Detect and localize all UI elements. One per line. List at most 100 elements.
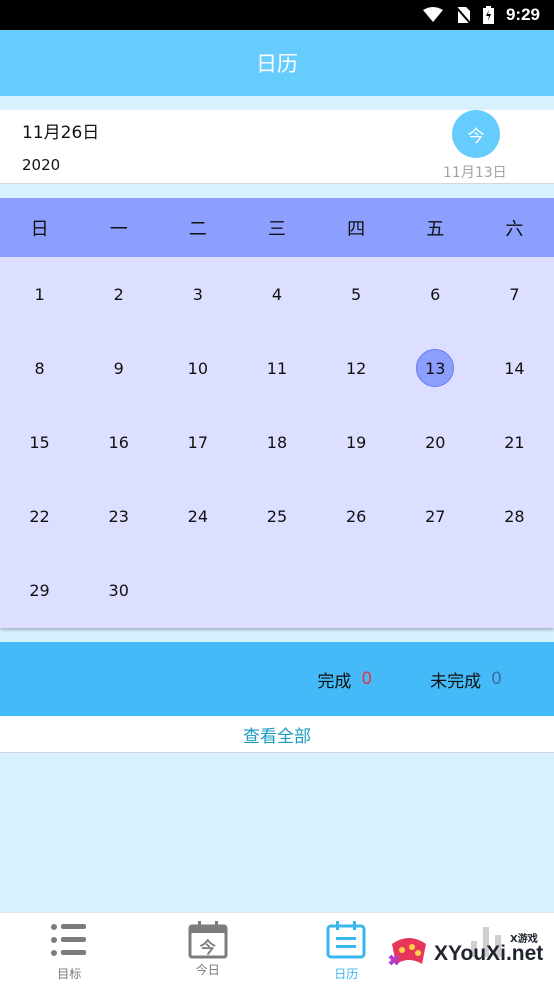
day-cell[interactable]: 22: [0, 479, 79, 553]
weekday-mon: 一: [109, 218, 128, 240]
app-bar: 日历: [0, 30, 554, 96]
day-number: 26: [345, 506, 367, 526]
day-number: 19: [345, 432, 367, 452]
day-cell[interactable]: 2: [79, 257, 158, 331]
day-cell[interactable]: 29: [0, 553, 79, 627]
day-number: 25: [266, 506, 288, 526]
nav-calendar-label: 日历: [334, 967, 359, 981]
page-title: 日历: [256, 52, 298, 76]
watermark-small-text: X游戏: [510, 934, 538, 945]
day-number: 30: [108, 580, 129, 600]
day-number: 11: [266, 358, 288, 378]
view-all-link[interactable]: 查看全部: [0, 716, 554, 753]
day-cell-selected[interactable]: 13: [396, 331, 475, 405]
day-number: 17: [187, 432, 209, 452]
done-count: 0: [361, 669, 373, 689]
nav-today-label: 今日: [195, 963, 220, 977]
calendar-today-icon-text: 今: [199, 938, 216, 957]
done-label: 完成: [317, 671, 352, 692]
day-number: 18: [266, 432, 288, 452]
day-cell[interactable]: 30: [79, 553, 158, 627]
day-cell[interactable]: 5: [317, 257, 396, 331]
date-card: 11月26日 2020 今 11月13日: [0, 110, 554, 184]
today-button[interactable]: 今: [452, 110, 500, 158]
undone-stat: 未完成 0: [430, 667, 502, 692]
day-cell[interactable]: 9: [79, 331, 158, 405]
day-cell[interactable]: 16: [79, 405, 158, 479]
day-cell[interactable]: 25: [237, 479, 316, 553]
day-cell[interactable]: 12: [317, 331, 396, 405]
day-number: 28: [504, 506, 525, 526]
day-number: 5: [351, 284, 362, 304]
day-cell[interactable]: 7: [475, 257, 554, 331]
wifi-icon: [422, 7, 443, 23]
weekday-header: 日 一 二 三 四 五 六: [0, 198, 554, 257]
weekday-sun: 日: [30, 218, 49, 240]
status-bar: 9:29: [0, 0, 554, 30]
calendar-icon: [326, 921, 366, 963]
day-cell[interactable]: 28: [475, 479, 554, 553]
watermark-logo: XYouXi.net X游戏: [388, 928, 552, 980]
day-cell[interactable]: 8: [0, 331, 79, 405]
day-number: 21: [504, 432, 525, 452]
day-number: 7: [509, 284, 520, 304]
day-cell[interactable]: 19: [317, 405, 396, 479]
done-stat: 完成 0: [317, 667, 372, 692]
today-date: 11月13日: [443, 165, 507, 181]
day-cell[interactable]: 14: [475, 331, 554, 405]
weekday-thu: 四: [347, 218, 366, 240]
current-date: 11月26日: [22, 123, 100, 143]
day-cell[interactable]: 27: [396, 479, 475, 553]
nav-goals-label: 目标: [57, 967, 82, 981]
day-number: 8: [34, 358, 45, 378]
undone-count: 0: [491, 669, 502, 689]
day-cell[interactable]: 15: [0, 405, 79, 479]
day-cell[interactable]: 10: [158, 331, 237, 405]
weekday-wed: 三: [267, 218, 286, 240]
days-grid: 1 2 3 4 5 6 7 8 9 10 11 12 13 14 15 16 1…: [0, 257, 554, 627]
day-number: 22: [29, 506, 50, 526]
nav-goals[interactable]: 目标: [0, 913, 139, 986]
day-number: 24: [187, 506, 209, 526]
watermark-text: XYouXi.net: [434, 942, 544, 965]
day-cell[interactable]: 21: [475, 405, 554, 479]
day-number: 15: [29, 432, 50, 452]
current-year: 2020: [22, 156, 61, 174]
day-cell[interactable]: 18: [237, 405, 316, 479]
day-number: 6: [430, 284, 441, 304]
day-number: 9: [113, 358, 124, 378]
day-cell[interactable]: 1: [0, 257, 79, 331]
day-number: 20: [425, 432, 446, 452]
day-cell[interactable]: 17: [158, 405, 237, 479]
day-number: 3: [192, 284, 203, 304]
day-number: 12: [345, 358, 367, 378]
day-cell[interactable]: 11: [237, 331, 316, 405]
day-number: 16: [108, 432, 129, 452]
weekday-sat: 六: [505, 218, 524, 240]
weekday-tue: 二: [188, 218, 207, 240]
day-cell[interactable]: 20: [396, 405, 475, 479]
day-cell[interactable]: 23: [79, 479, 158, 553]
day-number: 29: [29, 580, 50, 600]
day-number: 4: [271, 284, 283, 304]
day-number: 10: [187, 358, 209, 378]
gamepad-icon: [388, 930, 430, 978]
day-cell[interactable]: 3: [158, 257, 237, 331]
day-number: 1: [34, 284, 45, 304]
undone-label: 未完成: [430, 671, 482, 692]
day-cell[interactable]: 6: [396, 257, 475, 331]
list-icon: [49, 921, 89, 963]
battery-charging-icon: [482, 6, 494, 24]
calendar-today-icon: 今: [188, 921, 228, 959]
day-number: 14: [504, 358, 525, 378]
day-cell[interactable]: 24: [158, 479, 237, 553]
day-number: 2: [113, 284, 124, 304]
day-cell[interactable]: 4: [237, 257, 316, 331]
day-cell[interactable]: 26: [317, 479, 396, 553]
nav-today[interactable]: 今 今日: [139, 913, 278, 986]
weekday-fri: 五: [426, 218, 445, 240]
day-number: 13: [416, 349, 455, 387]
calendar: 日 一 二 三 四 五 六 1 2 3 4 5 6 7 8 9 10 11 12…: [0, 198, 554, 628]
stats-bar: 完成 0 未完成 0: [0, 642, 554, 716]
day-number: 27: [425, 506, 446, 526]
